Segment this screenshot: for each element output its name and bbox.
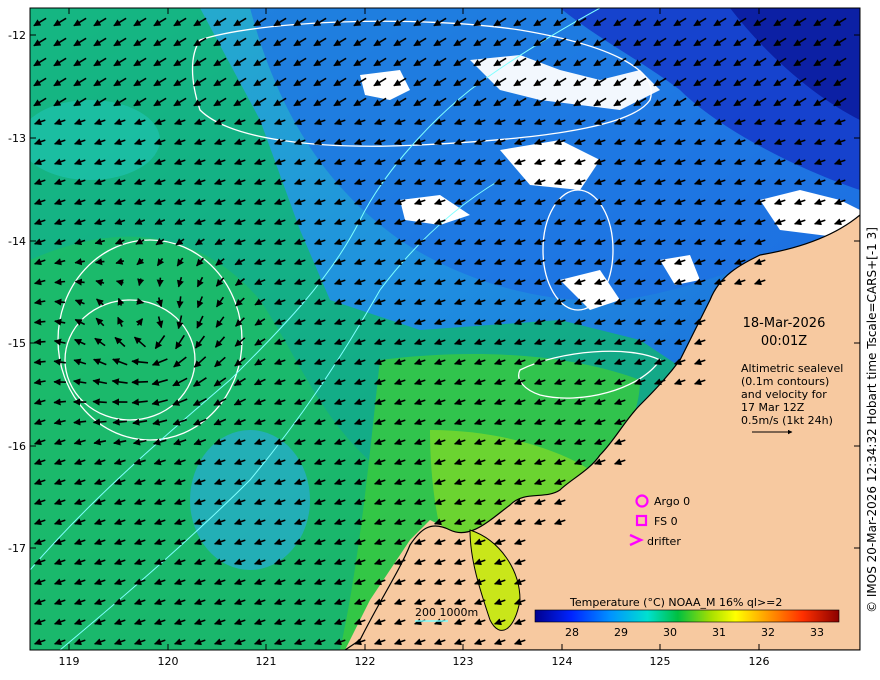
credit-text: © IMOS 20-Mar-2026 12:34:32 Hobart time … (865, 227, 879, 613)
time-label: 00:01Z (761, 334, 807, 349)
colorbar-title: Temperature (°C) NOAA_M 16% ql>=2 (569, 596, 782, 609)
velocity-arrow (54, 298, 66, 306)
info-line: 17 Mar 12Z (741, 401, 805, 414)
lat-tick-label: -15 (8, 337, 26, 350)
velocity-arrow (74, 278, 85, 286)
info-line: 0.5m/s (1kt 24h) (741, 414, 833, 427)
info-line: (0.1m contours) (741, 375, 829, 388)
info-line: Altimetric sealevel (741, 362, 843, 375)
lon-tick-label: 121 (256, 655, 277, 668)
velocity-arrow (33, 338, 46, 346)
velocity-arrow (92, 418, 107, 426)
lon-tick-label: 123 (453, 655, 474, 668)
lat-tick-label: -17 (8, 542, 26, 555)
velocity-arrow (156, 277, 164, 288)
info-line: and velocity for (741, 388, 827, 401)
velocity-arrow (54, 278, 66, 286)
colorbar (534, 609, 840, 623)
lat-tick-label: -12 (8, 29, 26, 42)
velocity-arrow (131, 378, 149, 386)
colorbar-tick-label: 28 (565, 626, 579, 639)
isobath-label: 200 1000m (415, 606, 478, 619)
colorbar-tick-label: 33 (810, 626, 824, 639)
sst-map: -12 -13 -14 -15 -16 -17 119 120 121 122 … (8, 7, 879, 668)
lon-tick-label: 124 (552, 655, 573, 668)
lon-tick-label: 122 (355, 655, 376, 668)
colorbar-tick-label: 29 (614, 626, 628, 639)
lat-tick-label: -14 (8, 235, 26, 248)
colorbar-tick-label: 30 (663, 626, 677, 639)
lat-tick-label: -13 (8, 132, 26, 145)
colorbar-tick-label: 32 (761, 626, 775, 639)
legend-argo-label: Argo 0 (654, 495, 690, 508)
lon-tick-label: 125 (650, 655, 671, 668)
lon-tick-label: 119 (59, 655, 80, 668)
colorbar-tick-label: 31 (712, 626, 726, 639)
velocity-arrow (92, 398, 107, 406)
lon-tick-label: 126 (749, 655, 770, 668)
legend-drifter-label: drifter (647, 535, 681, 548)
lat-tick-label: -16 (8, 440, 26, 453)
legend-fs-label: FS 0 (654, 515, 678, 528)
plot-area (30, 8, 860, 650)
lon-tick-label: 120 (158, 655, 179, 668)
date-label: 18-Mar-2026 (743, 316, 826, 331)
